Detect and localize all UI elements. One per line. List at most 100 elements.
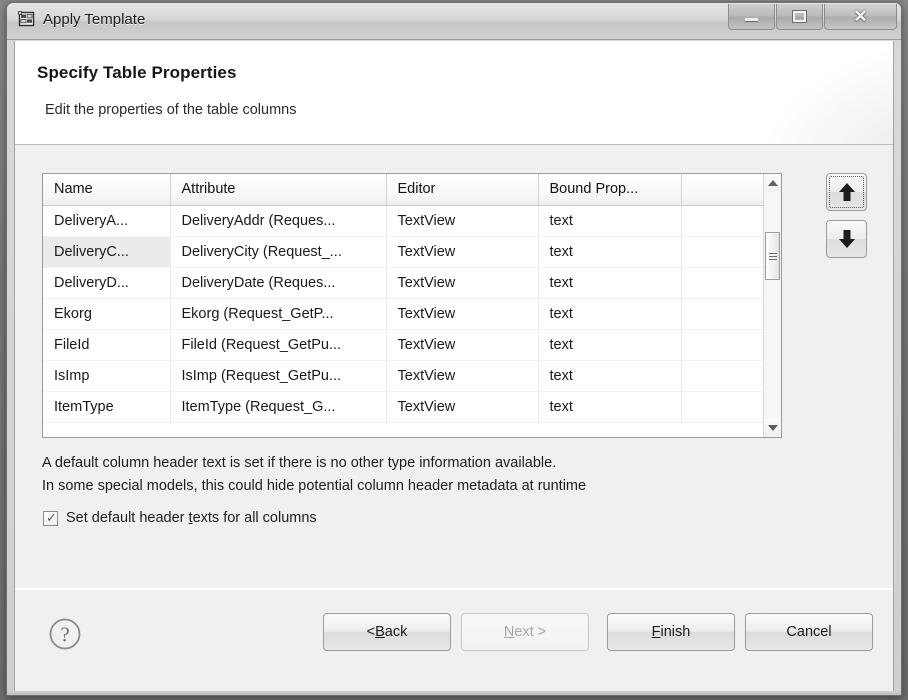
cell-attribute[interactable]: DeliveryAddr (Reques... [170,205,387,237]
back-button-mnemonic: B [375,624,385,640]
table-row[interactable]: FileId FileId (Request_GetPu... TextView te… [43,329,763,361]
checkbox-box[interactable]: ✓ [43,510,58,526]
cell-extra[interactable] [681,329,763,361]
cell-extra[interactable] [681,236,763,268]
cell-editor[interactable]: TextView [386,236,539,268]
maximize-icon [793,11,806,22]
description-line-2: In some special models, this could hide … [42,478,587,494]
cell-attribute[interactable]: FileId (Request_GetPu... [170,329,387,361]
checkmark-icon: ✓ [46,510,57,526]
cell-editor[interactable]: TextView [386,329,539,361]
cell-bound-property[interactable]: text [538,267,682,299]
maximize-button[interactable] [776,4,823,30]
finish-button-mnemonic: F [651,624,661,640]
dialog-footer: ? < Back Next > Finish Cancel [15,589,893,693]
help-question-icon[interactable]: ? [48,617,82,651]
cell-editor[interactable]: TextView [386,360,539,392]
scrollbar-thumb[interactable] [765,232,780,280]
finish-button-suffix: inish [660,624,691,640]
table-header-row: Name Attribute Editor Bound Prop... [43,174,763,206]
window-title: Apply Template [43,11,146,28]
checkbox-label-after: exts for all columns [192,510,317,526]
cell-name[interactable]: DeliveryA... [43,205,171,237]
table-row[interactable]: DeliveryD... DeliveryDate (Reques... TextV… [43,267,763,299]
checkbox-label-before: Set default header [66,510,189,526]
cell-extra[interactable] [681,267,763,299]
cell-extra[interactable] [681,298,763,330]
column-header-name[interactable]: Name [43,174,171,206]
cell-editor[interactable]: TextView [386,205,539,237]
wizard-header-banner: Specify Table Properties Edit the proper… [15,41,893,145]
cell-editor[interactable]: TextView [386,391,539,423]
page-subtitle: Edit the properties of the table columns [45,102,297,118]
cell-attribute[interactable]: DeliveryCity (Request_... [170,236,387,268]
cell-extra[interactable] [681,205,763,237]
apply-template-dialog: Apply Template ✕ Specify Table Propertie… [6,2,902,696]
cell-bound-property[interactable]: text [538,205,682,237]
cell-bound-property[interactable]: text [538,391,682,423]
next-button[interactable]: Next > [461,613,589,651]
title-bar[interactable]: Apply Template ✕ [7,3,901,40]
table-row[interactable]: DeliveryA... DeliveryAddr (Reques... TextV… [43,205,763,237]
cell-bound-property[interactable]: text [538,298,682,330]
table-row[interactable]: ItemType ItemType (Request_G... TextView te… [43,391,763,423]
cell-name[interactable]: ItemType [43,391,171,423]
close-icon: ✕ [853,7,868,26]
cell-name[interactable]: Ekorg [43,298,171,330]
wizard-body: Name Attribute Editor Bound Prop... Deli… [15,145,893,589]
cell-extra[interactable] [681,391,763,423]
arrow-up-icon [836,181,858,203]
scrollbar-up-button[interactable] [764,174,781,192]
column-header-editor[interactable]: Editor [386,174,539,206]
cancel-button[interactable]: Cancel [745,613,873,651]
minimize-button[interactable] [728,4,775,30]
scroll-up-icon [767,180,778,186]
arrow-down-icon [836,228,858,250]
cell-editor[interactable]: TextView [386,298,539,330]
back-button[interactable]: < Back [323,613,451,651]
cell-bound-property[interactable]: text [538,236,682,268]
column-header-bound-property[interactable]: Bound Prop... [538,174,682,206]
scrollbar-grip-icon [768,252,777,260]
svg-text:?: ? [60,623,69,647]
finish-button[interactable]: Finish [607,613,735,651]
cell-extra[interactable] [681,360,763,392]
scroll-down-icon [767,425,778,431]
page-title: Specify Table Properties [37,63,237,82]
scrollbar-down-button[interactable] [764,419,781,437]
cell-attribute[interactable]: Ekorg (Request_GetP... [170,298,387,330]
cell-attribute[interactable]: DeliveryDate (Reques... [170,267,387,299]
table-body: DeliveryA... DeliveryAddr (Reques... TextV… [43,205,763,423]
close-button[interactable]: ✕ [824,4,897,30]
back-button-suffix: ack [384,624,408,640]
cell-name[interactable]: DeliveryD... [43,267,171,299]
table-row[interactable]: Ekorg Ekorg (Request_GetP... TextView text [43,298,763,330]
next-button-mnemonic: N [503,624,515,640]
cell-name[interactable]: FileId [43,329,171,361]
checkbox-label: Set default header texts for all columns [66,510,317,526]
table-row[interactable]: IsImp IsImp (Request_GetPu... TextView text [43,360,763,392]
table-row[interactable]: DeliveryC... DeliveryCity (Request_... Tex… [43,236,763,268]
template-grid-icon [18,11,36,29]
minimize-icon [745,18,758,21]
cell-name[interactable]: DeliveryC... [43,236,171,268]
set-default-header-texts-checkbox[interactable]: ✓ Set default header texts for all colum… [43,510,317,526]
cell-bound-property[interactable]: text [538,360,682,392]
dialog-client-area: Specify Table Properties Edit the proper… [14,41,894,693]
cell-attribute[interactable]: ItemType (Request_G... [170,391,387,423]
columns-table[interactable]: Name Attribute Editor Bound Prop... Deli… [42,173,782,438]
move-down-button[interactable] [826,220,867,258]
column-header-extra[interactable] [681,174,763,206]
move-up-button[interactable] [826,173,867,211]
back-button-prefix: < [366,624,376,640]
cell-attribute[interactable]: IsImp (Request_GetPu... [170,360,387,392]
cell-editor[interactable]: TextView [386,267,539,299]
table-vertical-scrollbar[interactable] [763,174,781,437]
cell-name[interactable]: IsImp [43,360,171,392]
window-bottom-edge [7,691,901,695]
next-button-suffix: ext > [514,624,547,640]
columns-grid: Name Attribute Editor Bound Prop... Deli… [43,174,763,423]
cell-bound-property[interactable]: text [538,329,682,361]
column-header-attribute[interactable]: Attribute [170,174,387,206]
table-scroll-area: Name Attribute Editor Bound Prop... Deli… [43,174,763,437]
